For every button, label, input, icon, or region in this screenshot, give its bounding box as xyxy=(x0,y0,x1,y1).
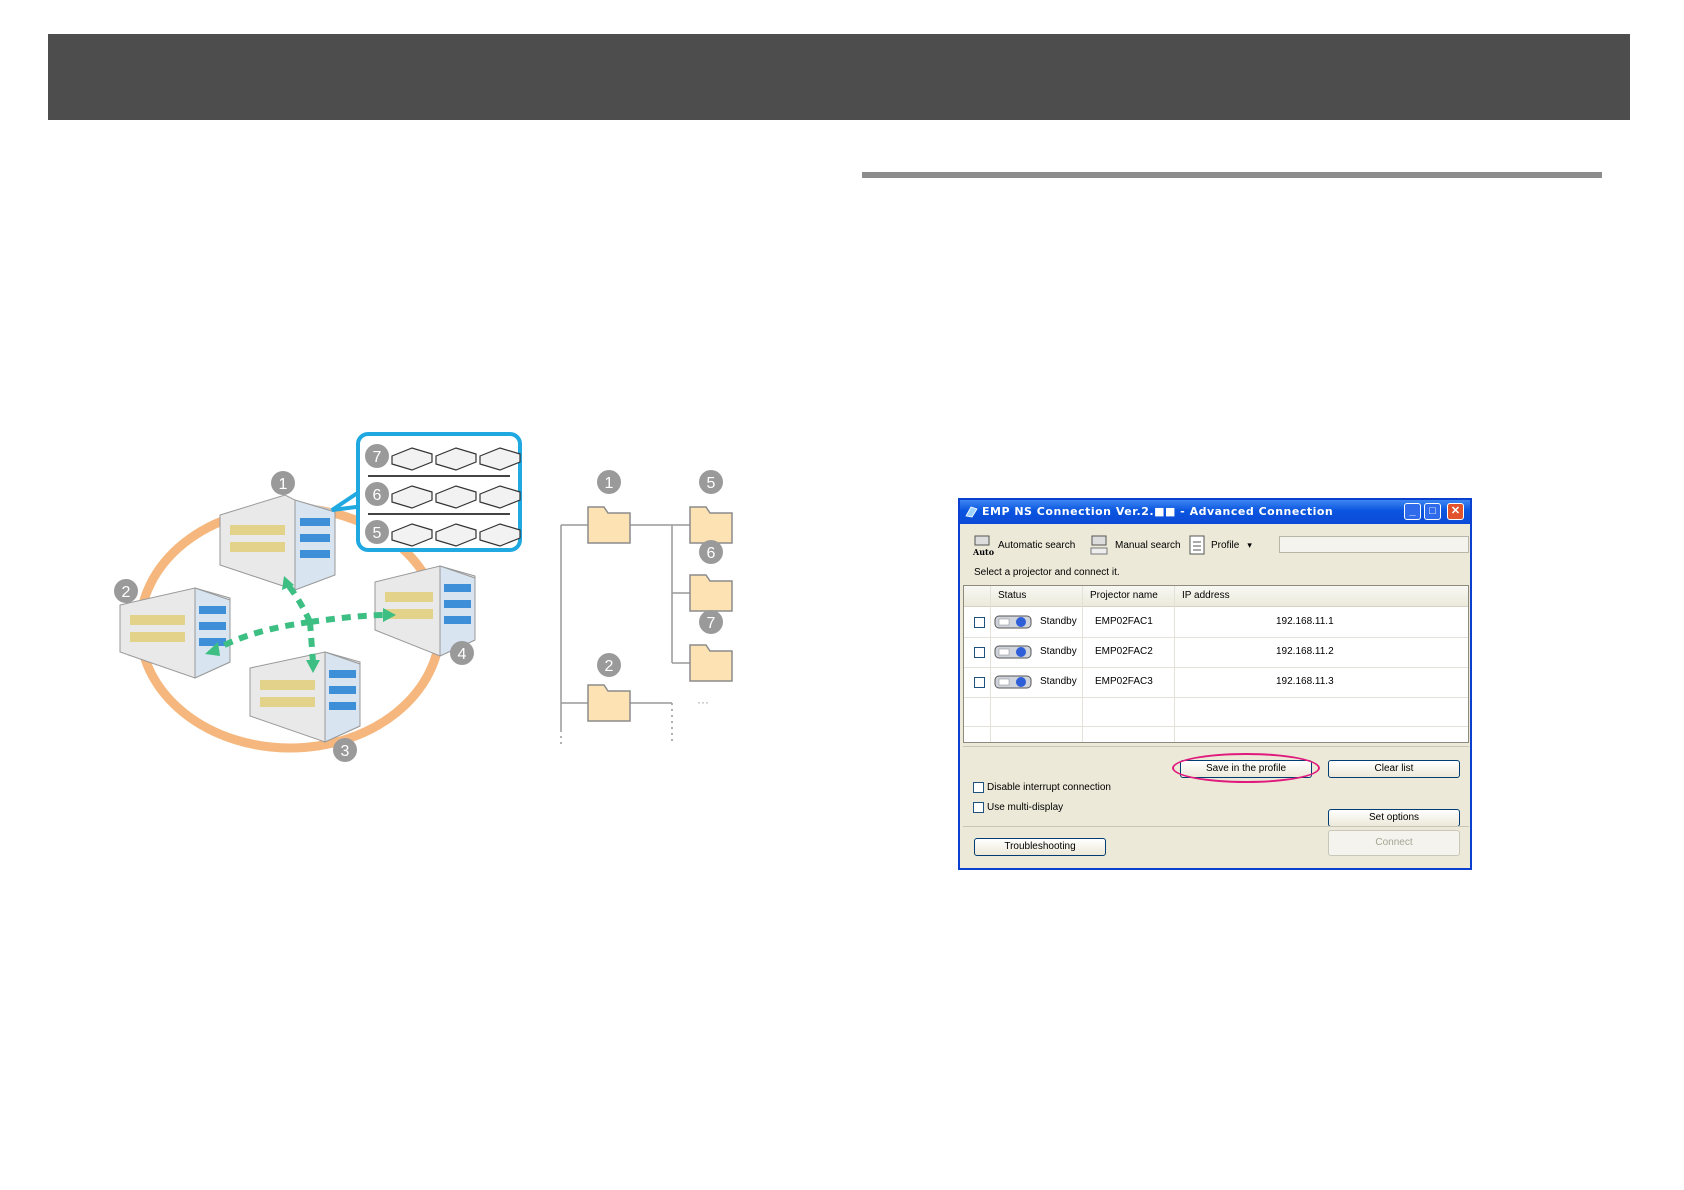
set-options-button[interactable]: Set options xyxy=(1328,809,1460,827)
profile-dropdown-arrow-icon[interactable]: ▾ xyxy=(1247,540,1252,551)
folder-tree-diagram: ··· 1 5 6 7 2 xyxy=(560,470,733,745)
row-ip-address: 192.168.11.3 xyxy=(1276,676,1334,687)
table-header: Status Projector name IP address xyxy=(964,586,1468,607)
svg-text:1: 1 xyxy=(605,475,614,492)
automatic-search-label: Automatic search xyxy=(998,539,1076,551)
badge-6: 6 xyxy=(365,482,389,506)
advanced-connection-window: EMP NS Connection Ver.2.■■ - Advanced Co… xyxy=(958,498,1472,870)
instruction-text: Select a projector and connect it. xyxy=(974,567,1120,578)
network-diagram: 7 6 5 1 2 3 4 xyxy=(114,432,522,762)
manual-search-label: Manual search xyxy=(1115,539,1181,551)
svg-text:5: 5 xyxy=(707,475,716,492)
multi-display-option[interactable]: Use multi-display xyxy=(973,802,1063,813)
badge-7: 7 xyxy=(365,444,389,468)
auto-search-icon: Auto xyxy=(972,535,994,557)
profile-path-field[interactable] xyxy=(1279,536,1469,553)
projector-status-icon xyxy=(994,615,1032,629)
multi-display-label: Use multi-display xyxy=(987,802,1064,813)
manual-search-icon xyxy=(1090,535,1108,555)
tree-badge-2: 2 xyxy=(597,653,621,677)
svg-text:6: 6 xyxy=(373,487,382,504)
svg-text:3: 3 xyxy=(341,743,350,760)
svg-text:Auto: Auto xyxy=(972,547,994,557)
tree-badge-5: 5 xyxy=(699,470,723,494)
building-2-icon xyxy=(119,587,231,679)
connection-arrows xyxy=(213,583,386,663)
projector-status-icon xyxy=(994,645,1032,659)
row-checkbox[interactable] xyxy=(974,647,985,658)
highlight-ellipse xyxy=(1172,753,1320,783)
disable-interrupt-label: Disable interrupt connection xyxy=(987,782,1111,793)
app-icon xyxy=(965,506,978,518)
automatic-search-button[interactable]: Auto Automatic search xyxy=(972,532,1075,558)
profile-label: Profile xyxy=(1211,539,1240,551)
header-bar xyxy=(48,34,1630,120)
row-checkbox[interactable] xyxy=(974,617,985,628)
toolbar: Auto Automatic search Manual search Prof… xyxy=(964,532,1469,558)
section-rule xyxy=(862,172,1602,178)
clear-list-button[interactable]: Clear list xyxy=(1328,760,1460,778)
svg-text:4: 4 xyxy=(458,646,467,663)
table-row[interactable]: Standby EMP02FAC1 192.168.11.1 xyxy=(964,607,1468,637)
table-row[interactable]: Standby EMP02FAC3 192.168.11.3 xyxy=(964,667,1468,697)
manual-search-button[interactable]: Manual search xyxy=(1089,532,1181,558)
building-3-icon xyxy=(249,651,361,743)
row-status: Standby xyxy=(1040,616,1077,627)
projector-table: Status Projector name IP address Standby… xyxy=(963,585,1469,743)
building-1-icon xyxy=(219,494,336,591)
svg-text:7: 7 xyxy=(373,449,382,466)
tree-badge-7: 7 xyxy=(699,610,723,634)
projector-status-icon xyxy=(994,675,1032,689)
row-checkbox[interactable] xyxy=(974,677,985,688)
svg-text:5: 5 xyxy=(373,525,382,542)
disable-interrupt-option[interactable]: Disable interrupt connection xyxy=(973,782,1111,793)
separator xyxy=(963,826,1469,827)
profile-button[interactable]: Profile ▾ xyxy=(1187,532,1252,558)
tree-more-dots: ··· xyxy=(697,695,709,709)
svg-text:2: 2 xyxy=(122,584,131,601)
row-projector-name: EMP02FAC3 xyxy=(1095,676,1153,687)
badge-5: 5 xyxy=(365,520,389,544)
row-ip-address: 192.168.11.1 xyxy=(1276,616,1334,627)
profile-icon xyxy=(1189,535,1205,555)
svg-text:6: 6 xyxy=(707,545,716,562)
close-button[interactable]: ✕ xyxy=(1447,503,1464,520)
troubleshooting-button[interactable]: Troubleshooting xyxy=(974,838,1106,856)
row-status: Standby xyxy=(1040,646,1077,657)
window-title: EMP NS Connection Ver.2.■■ - Advanced Co… xyxy=(982,505,1334,518)
svg-text:1: 1 xyxy=(279,476,288,493)
multi-display-checkbox[interactable] xyxy=(973,802,984,813)
projector-icons xyxy=(391,447,521,547)
badge-2: 2 xyxy=(114,579,138,603)
connect-button[interactable]: Connect xyxy=(1328,830,1460,856)
svg-text:7: 7 xyxy=(707,615,716,632)
badge-4: 4 xyxy=(450,641,474,665)
separator xyxy=(963,746,1469,747)
row-projector-name: EMP02FAC2 xyxy=(1095,646,1153,657)
col-projector-name[interactable]: Projector name xyxy=(1090,590,1158,601)
badge-3: 3 xyxy=(333,738,357,762)
badge-1: 1 xyxy=(271,471,295,495)
window-titlebar: EMP NS Connection Ver.2.■■ - Advanced Co… xyxy=(960,500,1470,524)
tree-badge-1: 1 xyxy=(597,470,621,494)
tree-badge-6: 6 xyxy=(699,540,723,564)
disable-interrupt-checkbox[interactable] xyxy=(973,782,984,793)
row-projector-name: EMP02FAC1 xyxy=(1095,616,1153,627)
col-status[interactable]: Status xyxy=(998,590,1026,601)
minimize-button[interactable]: _ xyxy=(1404,503,1421,520)
svg-text:2: 2 xyxy=(605,658,614,675)
row-status: Standby xyxy=(1040,676,1077,687)
table-row[interactable]: Standby EMP02FAC2 192.168.11.2 xyxy=(964,637,1468,667)
col-ip-address[interactable]: IP address xyxy=(1182,590,1230,601)
row-ip-address: 192.168.11.2 xyxy=(1276,646,1334,657)
maximize-button[interactable]: □ xyxy=(1424,503,1441,520)
